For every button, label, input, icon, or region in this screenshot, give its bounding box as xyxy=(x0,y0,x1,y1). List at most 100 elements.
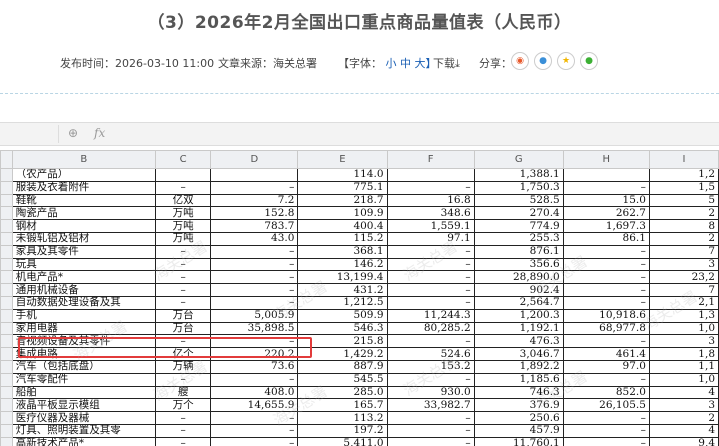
cell-b[interactable]: 鞋靴 xyxy=(11,193,156,208)
cell-f[interactable]: 930.0 xyxy=(386,385,475,400)
cell-d[interactable]: – xyxy=(210,411,299,425)
qzone-icon[interactable]: ● xyxy=(534,52,552,70)
cell-h[interactable]: – xyxy=(562,270,650,285)
cell-d[interactable]: 35,898.5 xyxy=(210,321,299,336)
cell-i[interactable]: 3 xyxy=(648,257,719,272)
cell-e[interactable]: 431.2 xyxy=(297,283,388,297)
cell-e[interactable]: 218.7 xyxy=(297,193,388,208)
cell-i[interactable]: 9,4 xyxy=(648,436,719,446)
column-header[interactable]: I xyxy=(648,150,719,169)
row-header[interactable] xyxy=(0,231,13,246)
cell-g[interactable]: 270.4 xyxy=(473,206,564,221)
cell-c[interactable]: 亿双 xyxy=(154,193,212,208)
row-header[interactable] xyxy=(0,436,13,446)
cell-h[interactable]: – xyxy=(562,295,650,310)
cell-f[interactable]: – xyxy=(386,244,475,259)
cell-e[interactable]: 115.2 xyxy=(297,231,388,246)
cell-b[interactable]: 未锻轧铝及铝材 xyxy=(11,231,156,246)
cell-c[interactable]: 万吨 xyxy=(154,206,212,221)
cell-f[interactable]: – xyxy=(386,411,475,425)
row-header[interactable] xyxy=(0,321,13,336)
cell-i[interactable]: 4 xyxy=(648,385,719,400)
cell-f[interactable]: – xyxy=(386,372,475,387)
cell-g[interactable]: 476.3 xyxy=(473,334,564,349)
cell-i[interactable]: 7 xyxy=(648,283,719,297)
cell-i[interactable]: 2 xyxy=(648,231,719,246)
cell-f[interactable]: 1,559.1 xyxy=(386,219,475,233)
cell-h[interactable]: – xyxy=(562,180,650,195)
cell-g[interactable]: 1,192.1 xyxy=(473,321,564,336)
row-header[interactable] xyxy=(0,308,13,323)
cell-b[interactable]: 陶瓷产品 xyxy=(11,206,156,221)
cell-h[interactable]: 26,105.5 xyxy=(562,398,650,413)
cell-f[interactable]: 348.6 xyxy=(386,206,475,221)
cell-g[interactable]: 1,892.2 xyxy=(473,359,564,374)
cell-h[interactable]: 461.4 xyxy=(562,347,650,361)
cell-h[interactable]: – xyxy=(562,436,650,446)
row-header[interactable] xyxy=(0,359,13,374)
cell-d[interactable]: 43.0 xyxy=(210,231,299,246)
cell-g[interactable]: 1,750.3 xyxy=(473,180,564,195)
cell-h[interactable]: 1,697.3 xyxy=(562,219,650,233)
cell-f[interactable]: 524.6 xyxy=(386,347,475,361)
cell-e[interactable]: 509.9 xyxy=(297,308,388,323)
cell-i[interactable]: 23,2 xyxy=(648,270,719,285)
cell-g[interactable]: 746.3 xyxy=(473,385,564,400)
cell-f[interactable]: – xyxy=(386,423,475,438)
cell-f[interactable]: – xyxy=(386,283,475,297)
cell-f[interactable]: 16.8 xyxy=(386,193,475,208)
column-header[interactable]: F xyxy=(386,150,475,169)
cell-g[interactable]: 356.6 xyxy=(473,257,564,272)
cell-g[interactable]: 28,890.0 xyxy=(473,270,564,285)
row-header[interactable] xyxy=(0,385,13,400)
cell-i[interactable]: 8 xyxy=(648,219,719,233)
column-header[interactable]: H xyxy=(562,150,650,169)
cell-h[interactable]: 97.0 xyxy=(562,359,650,374)
cell-d[interactable]: – xyxy=(210,244,299,259)
cell-i[interactable]: 7 xyxy=(648,244,719,259)
cell-d[interactable]: – xyxy=(210,283,299,297)
cell-f[interactable]: 33,982.7 xyxy=(386,398,475,413)
cell-h[interactable]: 86.1 xyxy=(562,231,650,246)
row-header[interactable] xyxy=(0,411,13,425)
cell-c[interactable]: 亿个 xyxy=(154,347,212,361)
cell-h[interactable]: – xyxy=(562,423,650,438)
cell-d[interactable]: – xyxy=(210,295,299,310)
cell-d[interactable]: 152.8 xyxy=(210,206,299,221)
cell-g[interactable]: 1,185.6 xyxy=(473,372,564,387)
cell-c[interactable]: 万吨 xyxy=(154,219,212,233)
cell-g[interactable]: 774.9 xyxy=(473,219,564,233)
cell-h[interactable]: – xyxy=(562,411,650,425)
cell-b[interactable]: 家具及其零件 xyxy=(11,244,156,259)
cell-b[interactable]: 音视频设备及其零件 xyxy=(11,334,156,349)
column-header[interactable]: B xyxy=(11,150,156,169)
cell-f[interactable] xyxy=(386,168,475,182)
column-header[interactable]: D xyxy=(210,150,299,169)
cell-e[interactable]: 5,411.0 xyxy=(297,436,388,446)
cell-d[interactable]: 408.0 xyxy=(210,385,299,400)
cell-e[interactable]: 1,212.5 xyxy=(297,295,388,310)
font-medium-link[interactable]: 中 xyxy=(400,57,411,70)
cell-e[interactable]: 775.1 xyxy=(297,180,388,195)
cell-d[interactable] xyxy=(210,168,299,182)
cell-b[interactable]: （农产品） xyxy=(11,168,156,182)
cell-c[interactable]: – xyxy=(154,257,212,272)
row-header[interactable] xyxy=(0,244,13,259)
cell-e[interactable]: 1,429.2 xyxy=(297,347,388,361)
cell-e[interactable]: 114.0 xyxy=(297,168,388,182)
cell-g[interactable]: 1,388.1 xyxy=(473,168,564,182)
cell-g[interactable]: 457.9 xyxy=(473,423,564,438)
row-header[interactable] xyxy=(0,257,13,272)
row-header[interactable] xyxy=(0,423,13,438)
cell-c[interactable]: – xyxy=(154,270,212,285)
cell-d[interactable]: 7.2 xyxy=(210,193,299,208)
cell-e[interactable]: 197.2 xyxy=(297,423,388,438)
cell-c[interactable]: – xyxy=(154,244,212,259)
row-header[interactable] xyxy=(0,334,13,349)
cell-g[interactable]: 3,046.7 xyxy=(473,347,564,361)
cell-c[interactable]: – xyxy=(154,423,212,438)
cell-b[interactable]: 船舶 xyxy=(11,385,156,400)
cell-i[interactable]: 2,1 xyxy=(648,295,719,310)
cell-e[interactable]: 109.9 xyxy=(297,206,388,221)
cell-h[interactable]: – xyxy=(562,334,650,349)
